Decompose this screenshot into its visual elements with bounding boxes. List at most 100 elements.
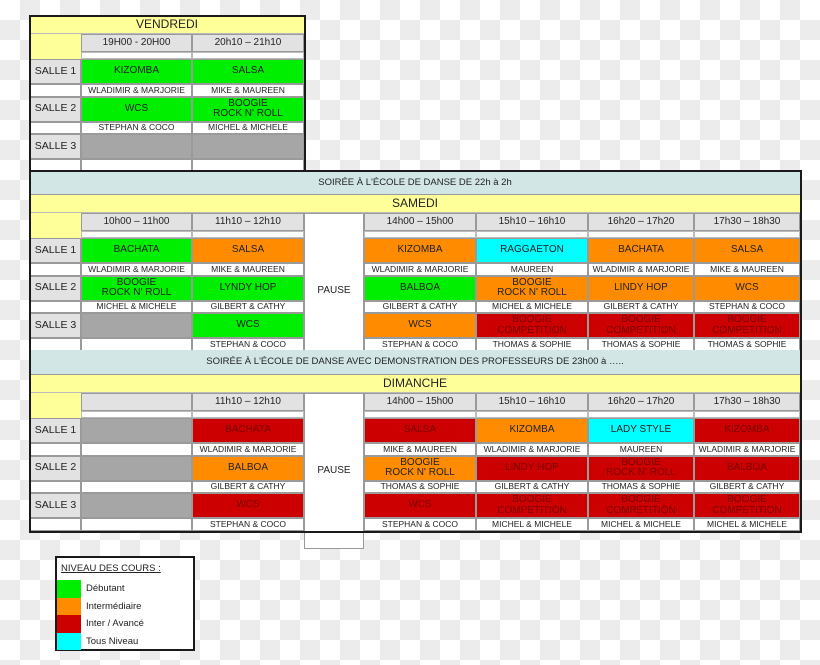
samedi-time-slot: 10h00 – 11h00 — [81, 213, 192, 231]
course-cell[interactable] — [81, 134, 192, 159]
legend-title: NIVEAU DES COURS : — [61, 563, 161, 574]
room-label-spacer — [30, 121, 81, 134]
course-cell[interactable] — [81, 455, 192, 481]
course-cell[interactable]: BALBOA — [364, 275, 476, 301]
teachers-cell: WLADIMIR & MARJORIE — [81, 263, 192, 276]
legend-label: Tous Niveau — [86, 635, 139, 647]
vendredi-spacer — [192, 52, 304, 59]
course-cell[interactable]: LINDY HOP — [588, 275, 694, 301]
course-cell[interactable]: BOOGIE COMPETITION — [476, 313, 588, 338]
room-label: SALLE 3 — [30, 493, 81, 518]
course-cell[interactable] — [81, 493, 192, 518]
dimanche-day-header: DIMANCHE — [30, 375, 800, 393]
teachers-cell: STEPHAN & COCO — [192, 338, 304, 351]
legend-swatch-debutant — [57, 580, 81, 598]
teachers-cell: MIKE & MAUREEN — [192, 84, 304, 97]
course-cell[interactable]: BOOGIE ROCK N' ROLL — [588, 455, 694, 481]
teachers-cell: MICHEL & MICHELE — [694, 518, 800, 531]
dimanche-time-slot: 11h10 – 12h10 — [192, 393, 304, 411]
course-cell[interactable]: WCS — [192, 493, 304, 518]
samedi-spacer — [192, 231, 304, 238]
course-cell[interactable]: KIZOMBA — [694, 418, 800, 443]
course-cell[interactable]: BALBOA — [192, 455, 304, 481]
course-cell[interactable]: BACHATA — [81, 238, 192, 263]
teachers-cell: STEPHAN & COCO — [364, 338, 476, 351]
course-cell[interactable]: WCS — [364, 493, 476, 518]
legend-label: Inter / Avancé — [86, 618, 144, 629]
teachers-cell — [81, 518, 192, 531]
room-label: SALLE 2 — [30, 96, 81, 122]
dimanche-corner — [30, 393, 81, 418]
course-cell[interactable]: LADY STYLE — [588, 418, 694, 443]
samedi-corner — [30, 213, 81, 238]
legend-label: Intermédiaire — [86, 600, 142, 612]
course-cell[interactable]: RAGGAETON — [476, 238, 588, 263]
course-cell[interactable]: SALSA — [192, 59, 304, 84]
vendredi-time-slot: 20h10 – 21h10 — [192, 34, 304, 52]
samedi-time-slot: 16h20 – 17h20 — [588, 213, 694, 231]
course-cell[interactable]: BALBOA — [694, 455, 800, 481]
teachers-cell: MICHEL & MICHELE — [81, 300, 192, 313]
dimanche-pause: PAUSE — [304, 393, 364, 549]
teachers-cell: WLADIMIR & MARJORIE — [364, 263, 476, 276]
teachers-cell: MIKE & MAUREEN — [364, 443, 476, 456]
course-cell[interactable]: BOOGIE COMPETITION — [694, 313, 800, 338]
teachers-cell: GILBERT & CATHY — [192, 300, 304, 313]
soiree-banner-2: SOIRÉE À L'ÉCOLE DE DANSE AVEC DEMONSTRA… — [30, 350, 800, 375]
course-cell[interactable]: WCS — [192, 313, 304, 338]
teachers-cell: GILBERT & CATHY — [588, 300, 694, 313]
course-cell[interactable]: BOOGIE COMPETITION — [588, 493, 694, 518]
teachers-cell: GILBERT & CATHY — [192, 480, 304, 493]
teachers-cell: MAUREEN — [588, 443, 694, 456]
vendredi-corner — [30, 34, 81, 59]
course-cell[interactable]: BOOGIE COMPETITION — [588, 313, 694, 338]
teachers-cell: MICHEL & MICHELE — [476, 300, 588, 313]
teachers-cell: WLADIMIR & MARJORIE — [81, 84, 192, 97]
course-cell[interactable]: LYNDY HOP — [192, 275, 304, 301]
soiree-banner-1: SOIRÉE À L'ÉCOLE DE DANSE DE 22h à 2h — [30, 171, 800, 195]
teachers-cell: STEPHAN & COCO — [81, 121, 192, 134]
course-cell[interactable]: WCS — [81, 96, 192, 122]
teachers-cell — [192, 159, 304, 172]
course-cell[interactable]: KIZOMBA — [476, 418, 588, 443]
course-cell[interactable]: SALSA — [364, 418, 476, 443]
teachers-cell: THOMAS & SOPHIE — [588, 480, 694, 493]
teachers-cell: THOMAS & SOPHIE — [476, 338, 588, 351]
course-cell[interactable]: BACHATA — [192, 418, 304, 443]
samedi-time-slot: 11h10 – 12h10 — [192, 213, 304, 231]
teachers-cell — [81, 338, 192, 351]
room-label: SALLE 2 — [30, 275, 81, 301]
course-cell[interactable]: BOOGIE ROCK N' ROLL — [476, 275, 588, 301]
course-cell[interactable]: SALSA — [192, 238, 304, 263]
course-cell[interactable]: BOOGIE ROCK N' ROLL — [81, 275, 192, 301]
dimanche-spacer — [588, 411, 694, 418]
room-label-spacer — [30, 338, 81, 351]
course-cell[interactable]: LINDY HOP — [476, 455, 588, 481]
room-label-spacer — [30, 443, 81, 456]
teachers-cell: MIKE & MAUREEN — [192, 263, 304, 276]
dimanche-spacer — [476, 411, 588, 418]
samedi-spacer — [694, 231, 800, 238]
course-cell[interactable]: BOOGIE COMPETITION — [476, 493, 588, 518]
course-cell[interactable]: WCS — [694, 275, 800, 301]
teachers-cell: WLADIMIR & MARJORIE — [694, 443, 800, 456]
level-legend: NIVEAU DES COURS : Débutant Intermédiaire I… — [55, 556, 195, 651]
course-cell[interactable]: BOOGIE ROCK N' ROLL — [192, 96, 304, 122]
course-cell[interactable]: KIZOMBA — [364, 238, 476, 263]
dimanche-time-slot: 14h00 – 15h00 — [364, 393, 476, 411]
room-label: SALLE 2 — [30, 455, 81, 481]
teachers-cell: WLADIMIR & MARJORIE — [476, 443, 588, 456]
teachers-cell: MAUREEN — [476, 263, 588, 276]
course-cell[interactable]: KIZOMBA — [81, 59, 192, 84]
room-label-spacer — [30, 263, 81, 276]
dimanche-spacer — [364, 411, 476, 418]
course-cell[interactable] — [192, 134, 304, 159]
course-cell[interactable]: BACHATA — [588, 238, 694, 263]
course-cell[interactable]: WCS — [364, 313, 476, 338]
course-cell[interactable]: SALSA — [694, 238, 800, 263]
course-cell[interactable] — [81, 418, 192, 443]
room-label-spacer — [30, 84, 81, 97]
course-cell[interactable]: BOOGIE ROCK N' ROLL — [364, 455, 476, 481]
course-cell[interactable]: BOOGIE COMPETITION — [694, 493, 800, 518]
course-cell[interactable] — [81, 313, 192, 338]
